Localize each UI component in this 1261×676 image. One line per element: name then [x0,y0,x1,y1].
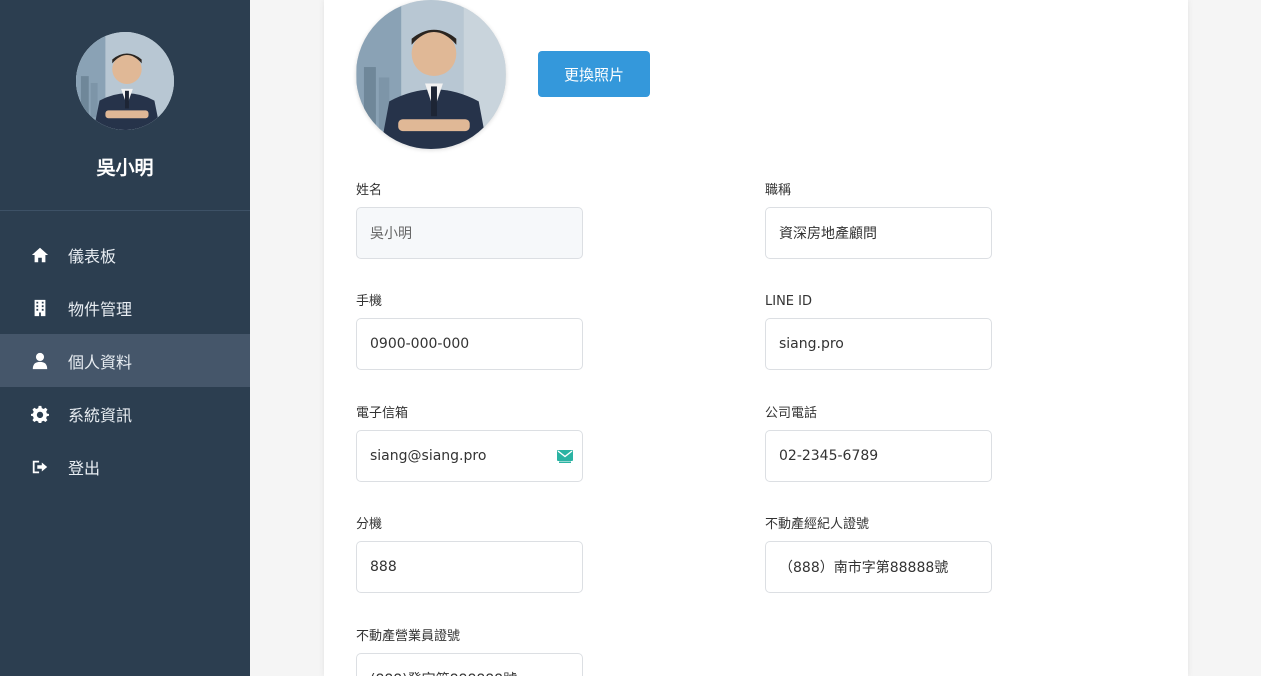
mail-icon [557,450,573,463]
extension-input[interactable]: 888 [356,541,583,593]
sidebar-item-label: 物件管理 [68,299,133,319]
mobile-field-group: 手機 0900-000-000 [356,294,584,370]
user-icon [31,352,49,370]
sidebar-item-profile[interactable]: 個人資料 [0,334,250,387]
email-label: 電子信箱 [356,406,409,421]
building-icon [31,299,49,317]
line-id-input[interactable]: siang.pro [765,318,992,370]
title-label: 職稱 [765,183,792,198]
mobile-label: 手機 [356,294,383,309]
email-field-group: 電子信箱 siang@siang.pro [356,406,584,482]
home-icon [31,246,49,264]
user-name: 吳小明 [96,157,154,179]
avatar-photo [76,32,174,130]
profile-photo-image [356,0,506,149]
name-label: 姓名 [356,183,383,198]
extension-label: 分機 [356,517,383,532]
sidebar: 吳小明 儀表板 物件管理 個人資料 系統資訊 登出 [0,0,250,676]
sidebar-item-properties[interactable]: 物件管理 [0,281,250,334]
sidebar-item-system-info[interactable]: 系統資訊 [0,387,250,440]
logout-icon [31,458,49,476]
broker-license-field-group: 不動產經紀人證號 （888）南市字第88888號 [765,517,993,593]
sidebar-item-label: 登出 [68,458,101,478]
change-photo-button[interactable]: 更換照片 [538,51,650,97]
extension-field-group: 分機 888 [356,517,584,593]
broker-license-input[interactable]: （888）南市字第88888號 [765,541,992,593]
profile-photo [356,0,506,149]
title-field-group: 職稱 資深房地產顧問 [765,183,993,259]
line-id-field-group: LINE ID siang.pro [765,294,993,370]
name-field-group: 姓名 吳小明 [356,183,584,259]
name-input: 吳小明 [356,207,583,259]
sidebar-item-label: 個人資料 [68,352,133,372]
mobile-input[interactable]: 0900-000-000 [356,318,583,370]
sidebar-item-logout[interactable]: 登出 [0,440,250,493]
company-phone-label: 公司電話 [765,406,818,421]
email-value: siang@siang.pro [370,448,487,464]
profile-card: 更換照片 姓名 吳小明 職稱 資深房地產顧問 手機 0900-000-000 L… [324,0,1188,676]
avatar [76,32,174,130]
agent-license-input[interactable]: (888)登字第888888號 [356,653,583,676]
email-input[interactable]: siang@siang.pro [356,430,583,482]
sidebar-item-dashboard[interactable]: 儀表板 [0,228,250,281]
agent-license-label: 不動產營業員證號 [356,629,461,644]
broker-license-label: 不動產經紀人證號 [765,517,870,532]
title-input[interactable]: 資深房地產顧問 [765,207,992,259]
company-phone-input[interactable]: 02-2345-6789 [765,430,992,482]
sidebar-item-label: 系統資訊 [68,405,133,425]
sidebar-nav: 儀表板 物件管理 個人資料 系統資訊 登出 [0,228,250,493]
line-id-label: LINE ID [765,294,812,309]
agent-license-field-group: 不動產營業員證號 (888)登字第888888號 [356,629,584,676]
company-phone-field-group: 公司電話 02-2345-6789 [765,406,993,482]
sidebar-profile: 吳小明 [0,0,250,211]
gear-icon [31,405,49,423]
sidebar-item-label: 儀表板 [68,246,117,266]
